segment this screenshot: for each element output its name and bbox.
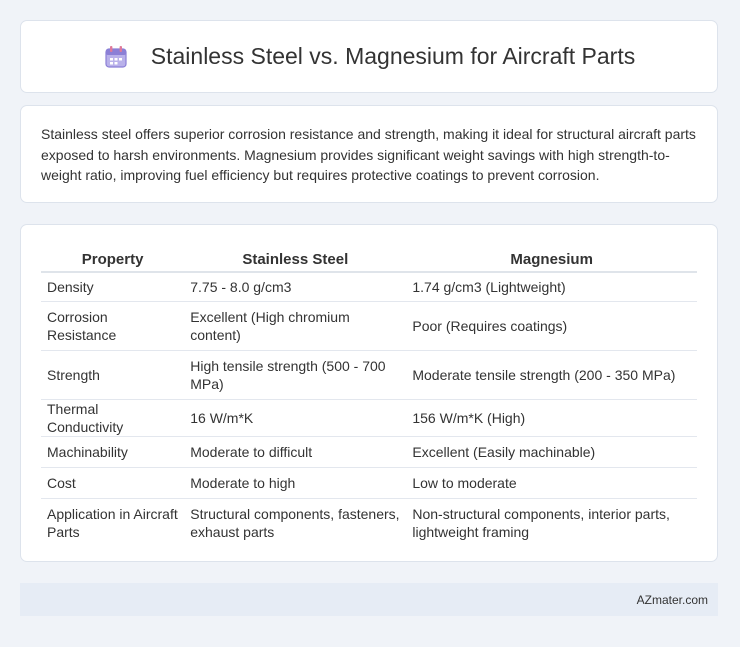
- comparison-table-card: Property Stainless Steel Magnesium Densi…: [20, 224, 718, 562]
- magnesium-cell: Excellent (Easily machinable): [406, 436, 697, 468]
- comparison-table: Property Stainless Steel Magnesium Densi…: [41, 245, 697, 547]
- footer: AZmater.com: [20, 583, 718, 616]
- property-cell: Application in Aircraft Parts: [47, 506, 178, 540]
- summary-text: Stainless steel offers superior corrosio…: [41, 126, 696, 183]
- table-row: Thermal Conductivity 16 W/m*K 156 W/m*K …: [41, 399, 697, 437]
- stainless-steel-cell: 16 W/m*K: [184, 399, 407, 437]
- header-stainless-steel: Stainless Steel: [184, 245, 407, 273]
- calendar-icon: [103, 44, 129, 70]
- magnesium-cell: Low to moderate: [406, 467, 697, 499]
- property-cell: Cost: [41, 467, 185, 499]
- summary-card: Stainless steel offers superior corrosio…: [20, 105, 718, 203]
- stainless-steel-cell: Moderate to high: [184, 467, 407, 499]
- property-cell: Density: [41, 272, 185, 302]
- header-property: Property: [41, 245, 185, 273]
- table-row: Strength High tensile strength (500 - 70…: [41, 350, 697, 400]
- table-row: Corrosion Resistance Excellent (High chr…: [41, 301, 697, 351]
- table-row: Density 7.75 - 8.0 g/cm3 1.74 g/cm3 (Lig…: [41, 272, 697, 302]
- title-card: Stainless Steel vs. Magnesium for Aircra…: [20, 20, 718, 93]
- stainless-steel-cell: Structural components, fasteners, exhaus…: [190, 506, 400, 540]
- footer-site-name: AZmater.com: [636, 592, 708, 607]
- magnesium-cell: 156 W/m*K (High): [406, 399, 697, 437]
- magnesium-cell: Moderate tensile strength (200 - 350 MPa…: [406, 350, 697, 400]
- property-cell: Machinability: [41, 436, 185, 468]
- table-row: Cost Moderate to high Low to moderate: [41, 467, 697, 499]
- stainless-steel-cell: Moderate to difficult: [184, 436, 407, 468]
- stainless-steel-cell: High tensile strength (500 - 700 MPa): [184, 350, 407, 400]
- property-cell: Thermal Conductivity: [41, 399, 185, 437]
- table-row: Application in Aircraft Parts Structural…: [41, 499, 697, 548]
- stainless-steel-cell: 7.75 - 8.0 g/cm3: [184, 272, 407, 302]
- table-header-row: Property Stainless Steel Magnesium: [41, 245, 697, 273]
- property-cell: Corrosion Resistance: [41, 301, 185, 351]
- table-row: Machinability Moderate to difficult Exce…: [41, 436, 697, 468]
- magnesium-cell: Non-structural components, interior part…: [412, 506, 670, 540]
- stainless-steel-cell: Excellent (High chromium content): [184, 301, 407, 351]
- header-magnesium: Magnesium: [406, 245, 697, 273]
- magnesium-cell: 1.74 g/cm3 (Lightweight): [406, 272, 697, 302]
- property-cell: Strength: [41, 350, 185, 400]
- page-title: Stainless Steel vs. Magnesium for Aircra…: [150, 43, 636, 69]
- magnesium-cell: Poor (Requires coatings): [406, 301, 697, 351]
